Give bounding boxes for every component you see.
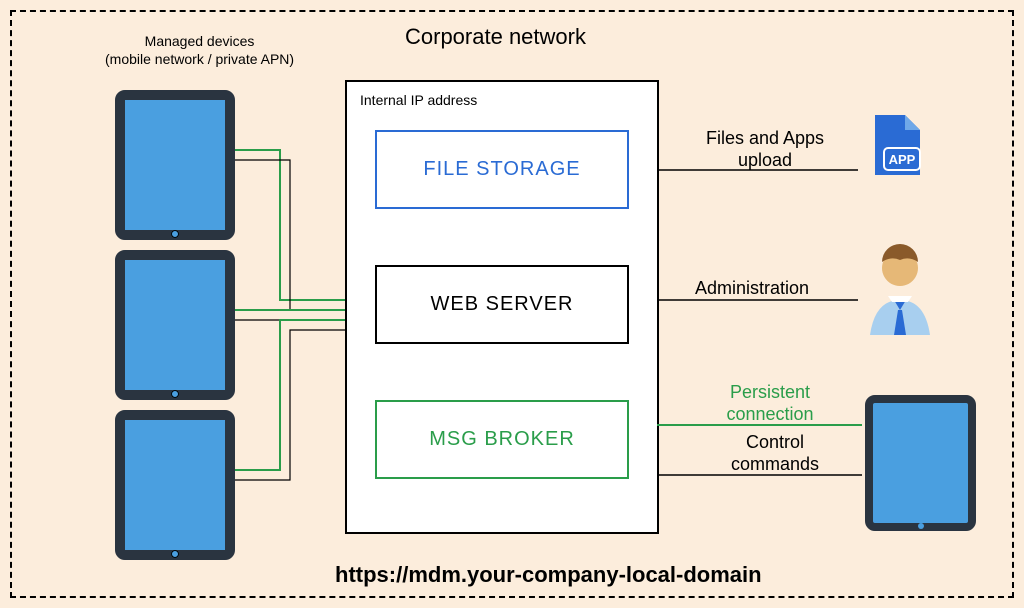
control-cmds-label: Control commands — [715, 432, 835, 475]
persistent-conn-label: Persistent connection — [710, 382, 830, 425]
administration-label: Administration — [695, 278, 809, 300]
tablet-icon — [115, 410, 235, 560]
tablet-icon — [115, 250, 235, 400]
files-upload-label: Files and Apps upload — [690, 128, 840, 171]
managed-devices-line2: (mobile network / private APN) — [105, 51, 294, 67]
diagram-stage: Corporate network Managed devices (mobil… — [0, 0, 1024, 608]
web-server-box: WEB SERVER — [375, 265, 629, 344]
svg-text:APP: APP — [889, 152, 916, 167]
file-storage-box: FILE STORAGE — [375, 130, 629, 209]
msg-broker-box: MSG BROKER — [375, 400, 629, 479]
managed-devices-label: Managed devices (mobile network / privat… — [105, 32, 294, 68]
diagram-title: Corporate network — [405, 24, 586, 50]
managed-devices-line1: Managed devices — [145, 33, 255, 49]
footer-url: https://mdm.your-company-local-domain — [335, 562, 762, 588]
app-file-icon: APP — [870, 110, 930, 180]
server-ip-label: Internal IP address — [360, 92, 477, 108]
admin-user-icon — [860, 240, 940, 340]
tablet-icon — [865, 395, 976, 531]
tablet-icon — [115, 90, 235, 240]
